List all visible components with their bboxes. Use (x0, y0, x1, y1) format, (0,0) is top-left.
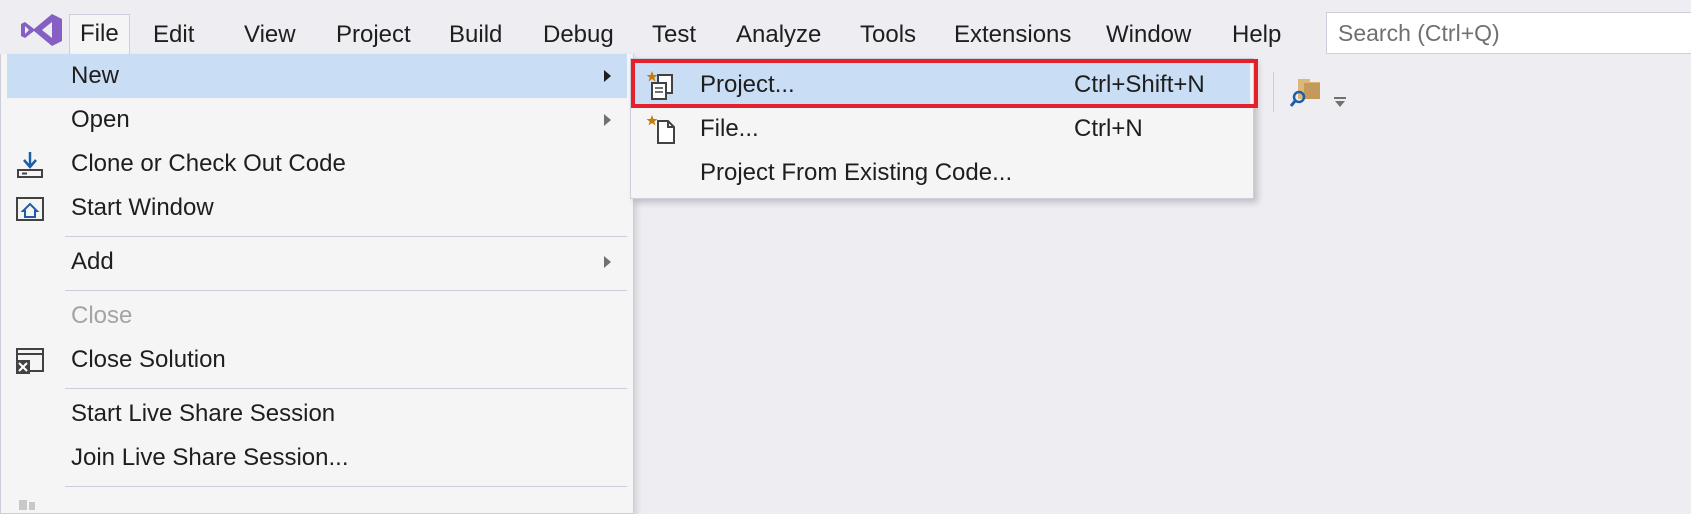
menu-help[interactable]: Help (1222, 18, 1291, 52)
file-menu-start-live-share-label: Start Live Share Session (71, 400, 336, 427)
menu-debug[interactable]: Debug (533, 18, 624, 52)
close-solution-icon (16, 348, 44, 374)
file-menu-clone[interactable]: Clone or Check Out Code (7, 142, 627, 186)
menu-view[interactable]: View (234, 18, 306, 52)
new-file-shortcut: Ctrl+N (1074, 115, 1143, 142)
file-menu-new[interactable]: New (7, 54, 627, 98)
file-menu-start-window-label: Start Window (71, 194, 214, 221)
menu-file[interactable]: File (69, 14, 130, 54)
file-menu-join-live-share[interactable]: Join Live Share Session... (7, 436, 627, 480)
file-menu-clone-label: Clone or Check Out Code (71, 150, 346, 177)
file-menu: New Open Clone or Check Out Code Start W… (0, 54, 634, 514)
menu-window[interactable]: Window (1096, 18, 1201, 52)
menu-project[interactable]: Project (326, 18, 421, 52)
file-menu-start-window[interactable]: Start Window (7, 186, 627, 230)
menu-test[interactable]: Test (642, 18, 706, 52)
find-in-files-icon[interactable] (1290, 75, 1322, 109)
file-menu-join-live-share-label: Join Live Share Session... (71, 444, 349, 471)
file-menu-open-label: Open (71, 106, 130, 133)
file-menu-start-live-share[interactable]: Start Live Share Session (7, 392, 627, 436)
new-file-label: File... (700, 115, 759, 142)
new-project-from-existing-item[interactable]: Project From Existing Code... (634, 151, 1250, 195)
menu-edit[interactable]: Edit (143, 18, 204, 52)
file-menu-close-label: Close (71, 302, 133, 329)
file-menu-new-label: New (71, 62, 120, 89)
file-menu-open[interactable]: Open (7, 98, 627, 142)
file-menu-close-solution-label: Close Solution (71, 346, 226, 373)
submenu-arrow-icon (604, 70, 611, 82)
menu-separator (65, 236, 627, 237)
file-menu-close-solution[interactable]: Close Solution (7, 338, 627, 382)
start-window-icon (16, 197, 44, 221)
menu-tools[interactable]: Tools (850, 18, 926, 52)
menu-build[interactable]: Build (439, 18, 512, 52)
new-file-item[interactable]: File... Ctrl+N (634, 107, 1250, 151)
clone-download-icon (17, 152, 43, 178)
file-menu-close: Close (7, 294, 627, 338)
toolbar-separator (1273, 72, 1274, 112)
submenu-arrow-icon (604, 114, 611, 126)
menu-separator (65, 486, 627, 487)
file-menu-add-label: Add (71, 248, 114, 275)
cut-off-icon (19, 500, 35, 510)
file-menu-add[interactable]: Add (7, 240, 627, 284)
new-project-item[interactable]: Project... Ctrl+Shift+N (634, 63, 1250, 107)
menu-extensions[interactable]: Extensions (944, 18, 1081, 52)
new-project-shortcut: Ctrl+Shift+N (1074, 71, 1205, 98)
toolbar-overflow-icon[interactable] (1332, 96, 1348, 108)
new-submenu: Project... Ctrl+Shift+N File... Ctrl+N P… (630, 58, 1254, 199)
menu-bar: File Edit View Project Build Debug Test … (0, 0, 1691, 54)
new-project-label: Project... (700, 71, 795, 98)
search-input[interactable]: Search (Ctrl+Q) (1326, 12, 1691, 54)
submenu-arrow-icon (604, 256, 611, 268)
menu-analyze[interactable]: Analyze (726, 18, 831, 52)
menu-separator (65, 290, 627, 291)
new-project-icon (646, 71, 673, 100)
menu-separator (65, 388, 627, 389)
visual-studio-logo-icon[interactable] (18, 12, 64, 48)
new-project-from-existing-label: Project From Existing Code... (700, 159, 1013, 186)
new-file-icon (646, 115, 675, 144)
